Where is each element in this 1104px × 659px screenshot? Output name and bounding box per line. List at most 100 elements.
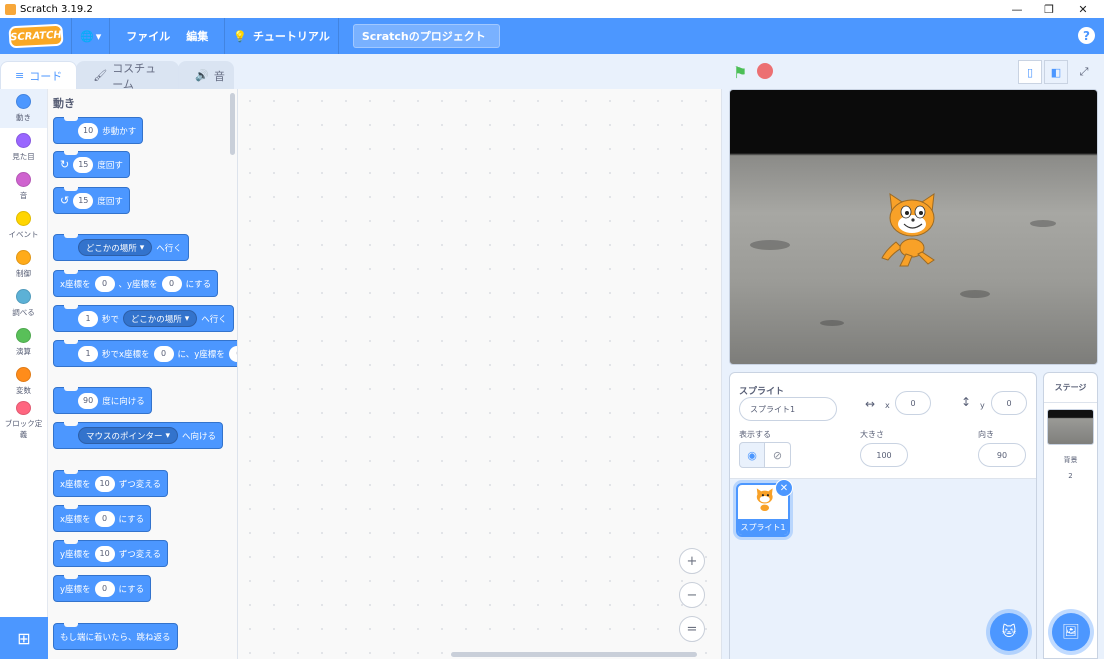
script-area-scrollbar[interactable] — [451, 652, 697, 657]
dropdown-value: マウスのポインター — [86, 431, 163, 442]
help-icon[interactable]: ? — [1078, 27, 1095, 44]
add-sprite-icon[interactable]: 🐱 — [990, 613, 1028, 651]
zoom-reset-icon[interactable]: = — [679, 616, 705, 642]
tab-sounds[interactable]: 🔊 音 — [178, 61, 235, 89]
category-variables[interactable]: 変数 — [0, 362, 47, 401]
block-input[interactable]: 1 — [78, 310, 98, 327]
stage-thumbnail[interactable] — [1047, 409, 1094, 445]
block-input[interactable]: 0 — [153, 345, 174, 362]
direction-input[interactable]: 90 — [978, 443, 1026, 467]
delete-sprite-icon[interactable]: ✕ — [775, 479, 793, 497]
brush-icon: 🖌 — [93, 69, 108, 82]
block-change-x[interactable]: x座標を 10 ずつ変える — [53, 470, 168, 497]
tutorials-label: チュートリアル — [252, 30, 330, 43]
block-change-y[interactable]: y座標を 10 ずつ変える — [53, 540, 168, 567]
y-position-input[interactable]: 0 — [991, 391, 1027, 415]
file-menu[interactable]: ファイル — [126, 28, 170, 44]
stop-icon[interactable] — [757, 63, 773, 79]
block-input[interactable]: 0 — [94, 580, 115, 597]
block-input[interactable]: 10 — [78, 122, 99, 139]
block-move-steps[interactable]: 10 歩動かす — [53, 117, 144, 144]
category-label: 動き — [16, 113, 31, 122]
scratch-logo[interactable]: SCRATCH — [8, 23, 64, 49]
block-point-in-direction[interactable]: 90 度に向ける — [53, 387, 152, 414]
show-eye-icon[interactable]: ◉ — [739, 442, 765, 468]
script-area[interactable]: + − = — [238, 89, 722, 659]
category-looks[interactable]: 見た目 — [0, 128, 47, 167]
close-window-button[interactable]: ✕ — [1068, 0, 1098, 18]
add-backdrop-icon[interactable]: 🖼 — [1052, 613, 1090, 651]
block-input[interactable]: 0 — [161, 275, 182, 292]
edit-menu[interactable]: 編集 — [186, 28, 208, 44]
size-input[interactable]: 100 — [860, 443, 908, 467]
category-my-blocks[interactable]: ブロック定義 — [0, 401, 47, 440]
block-point-towards[interactable]: マウスのポインター ▾ へ向ける — [53, 422, 224, 449]
tab-code[interactable]: ≡ コード — [0, 61, 78, 89]
fullscreen-icon[interactable]: ⤢ — [1072, 60, 1096, 84]
palette-scrollbar[interactable] — [230, 93, 235, 155]
dropdown-arrow-icon: ▾ — [139, 242, 145, 253]
block-text: 、y座標を — [118, 279, 158, 290]
green-flag-icon[interactable]: ⚑ — [733, 63, 747, 82]
block-turn-right[interactable]: ↻ 15 度回す — [53, 151, 130, 178]
sprite-name-input[interactable]: スプライト1 — [739, 397, 837, 421]
block-turn-left[interactable]: ↺ 15 度回す — [53, 187, 130, 214]
block-set-x[interactable]: x座標を 0 にする — [53, 505, 152, 532]
category-control[interactable]: 制御 — [0, 245, 47, 284]
category-dot — [16, 211, 31, 226]
direction-label: 向き — [978, 430, 994, 439]
size-label: 大きさ — [860, 430, 884, 439]
block-input[interactable]: 10 — [94, 545, 115, 562]
category-label: ブロック定義 — [4, 419, 43, 439]
category-events[interactable]: イベント — [0, 206, 47, 245]
minimize-button[interactable]: — — [1002, 0, 1032, 18]
block-text: へ行く — [201, 314, 227, 325]
cat-sprite[interactable] — [878, 190, 942, 268]
category-operators[interactable]: 演算 — [0, 323, 47, 362]
block-dropdown[interactable]: マウスのポインター ▾ — [78, 427, 179, 444]
block-dropdown[interactable]: どこかの場所 ▾ — [78, 239, 153, 256]
zoom-out-icon[interactable]: − — [679, 582, 705, 608]
block-input[interactable]: 10 — [94, 475, 115, 492]
tutorials-button[interactable]: 💡 チュートリアル — [233, 28, 330, 44]
show-label: 表示する — [739, 430, 771, 439]
block-glide-to-xy[interactable]: 1 秒でx座標を 0 に、y座標を 0 — [53, 340, 237, 367]
tab-costumes[interactable]: 🖌 コスチューム — [76, 61, 180, 91]
category-dot — [16, 133, 31, 148]
block-input[interactable]: 0 — [94, 510, 115, 527]
block-input[interactable]: 15 — [73, 156, 94, 173]
block-input[interactable]: 1 — [78, 345, 98, 362]
block-glide-to[interactable]: 1 秒で どこかの場所 ▾ へ行く — [53, 305, 234, 332]
zoom-in-icon[interactable]: + — [679, 548, 705, 574]
block-dropdown[interactable]: どこかの場所 ▾ — [123, 310, 198, 327]
block-input[interactable]: 0 — [228, 345, 237, 362]
block-input[interactable]: 15 — [73, 192, 94, 209]
category-sound[interactable]: 音 — [0, 167, 47, 206]
block-if-on-edge-bounce[interactable]: もし端に着いたら、跳ね返る — [53, 623, 178, 650]
block-text: y座標を — [60, 549, 91, 560]
category-dot — [16, 172, 31, 187]
block-input[interactable]: 0 — [94, 275, 115, 292]
lightbulb-icon: 💡 — [233, 29, 247, 43]
normal-stage-icon[interactable]: ◧ — [1044, 60, 1068, 84]
block-go-to-xy[interactable]: x座標を 0 、y座標を 0 にする — [53, 270, 219, 297]
block-go-to[interactable]: どこかの場所 ▾ へ行く — [53, 234, 189, 261]
maximize-button[interactable]: ❐ — [1034, 0, 1064, 18]
category-sensing[interactable]: 調べる — [0, 284, 47, 323]
x-position-input[interactable]: 0 — [895, 391, 931, 415]
category-label: 変数 — [16, 386, 31, 395]
category-label: イベント — [8, 230, 39, 239]
small-stage-icon[interactable]: ▯ — [1018, 60, 1042, 84]
menu-divider — [224, 18, 226, 54]
moon-crater — [1030, 220, 1056, 227]
tab-label: コード — [29, 69, 63, 83]
project-title-input[interactable]: Scratchのプロジェクト — [352, 24, 500, 48]
extension-icon: ⊞ — [17, 628, 31, 648]
block-input[interactable]: 90 — [78, 392, 99, 409]
add-extension-button[interactable]: ⊞ — [0, 617, 48, 659]
hide-eye-icon[interactable]: ⊘ — [765, 442, 791, 468]
stage-canvas[interactable] — [729, 89, 1098, 365]
category-motion[interactable]: 動き — [0, 89, 47, 128]
block-set-y[interactable]: y座標を 0 にする — [53, 575, 152, 602]
language-menu[interactable]: 🌐 ▾ — [80, 30, 101, 43]
